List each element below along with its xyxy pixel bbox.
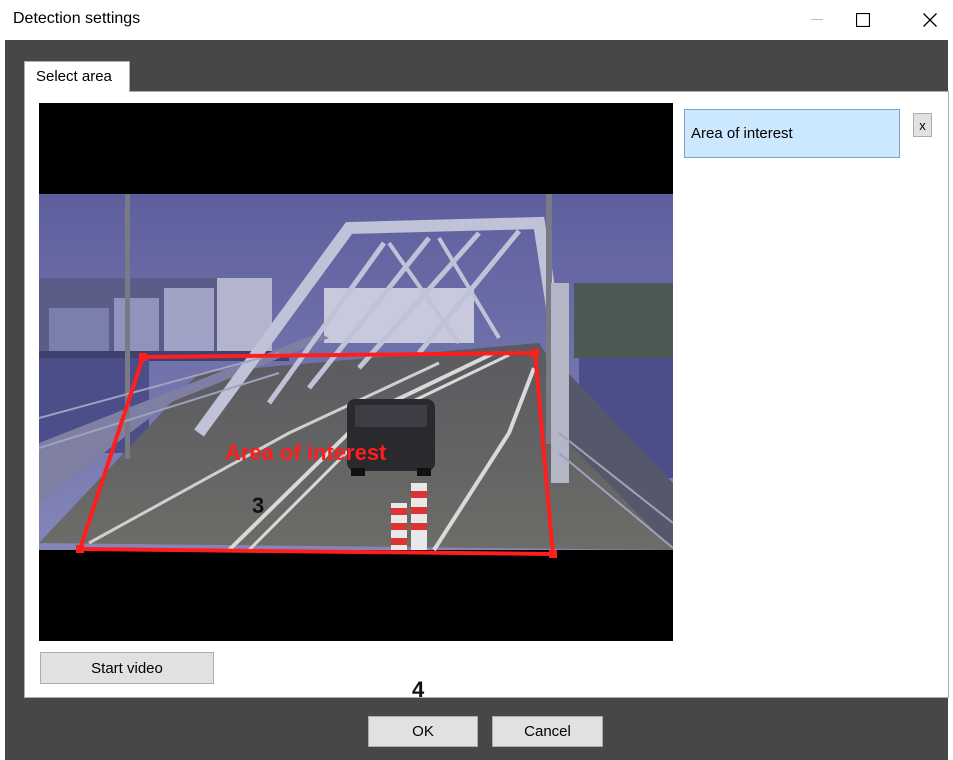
- area-label: Area of interest: [225, 440, 387, 465]
- area-list-item[interactable]: Area of interest: [684, 109, 900, 158]
- video-preview[interactable]: Area of interest 3: [39, 103, 673, 641]
- callout-number: 4: [412, 677, 425, 702]
- minimize-icon: [811, 19, 823, 20]
- ok-label: OK: [412, 723, 434, 740]
- remove-area-button[interactable]: x: [913, 113, 932, 137]
- window-title: Detection settings: [13, 10, 141, 27]
- minimize-button[interactable]: [794, 0, 840, 40]
- remove-area-label: x: [919, 117, 926, 133]
- area-list-item-label: Area of interest: [691, 125, 793, 142]
- close-button[interactable]: [907, 0, 953, 40]
- camera-frame: Area of interest 3: [39, 194, 673, 558]
- polygon-handle[interactable]: [549, 550, 557, 558]
- start-video-label: Start video: [91, 659, 163, 677]
- maximize-icon: [856, 13, 870, 27]
- start-video-button[interactable]: Start video: [40, 652, 214, 684]
- callout-number: 3: [252, 493, 264, 518]
- cancel-button[interactable]: Cancel: [492, 716, 603, 747]
- ok-button[interactable]: OK: [368, 716, 478, 747]
- polygon-handle[interactable]: [76, 545, 84, 553]
- tab-label: Select area: [36, 68, 112, 85]
- polygon-handle[interactable]: [139, 353, 147, 361]
- cancel-label: Cancel: [524, 723, 571, 740]
- polygon-handle[interactable]: [531, 349, 539, 357]
- title-bar: Detection settings: [0, 0, 953, 40]
- tab-select-area[interactable]: Select area: [24, 61, 130, 92]
- maximize-button[interactable]: [840, 0, 886, 40]
- close-icon: [923, 13, 937, 27]
